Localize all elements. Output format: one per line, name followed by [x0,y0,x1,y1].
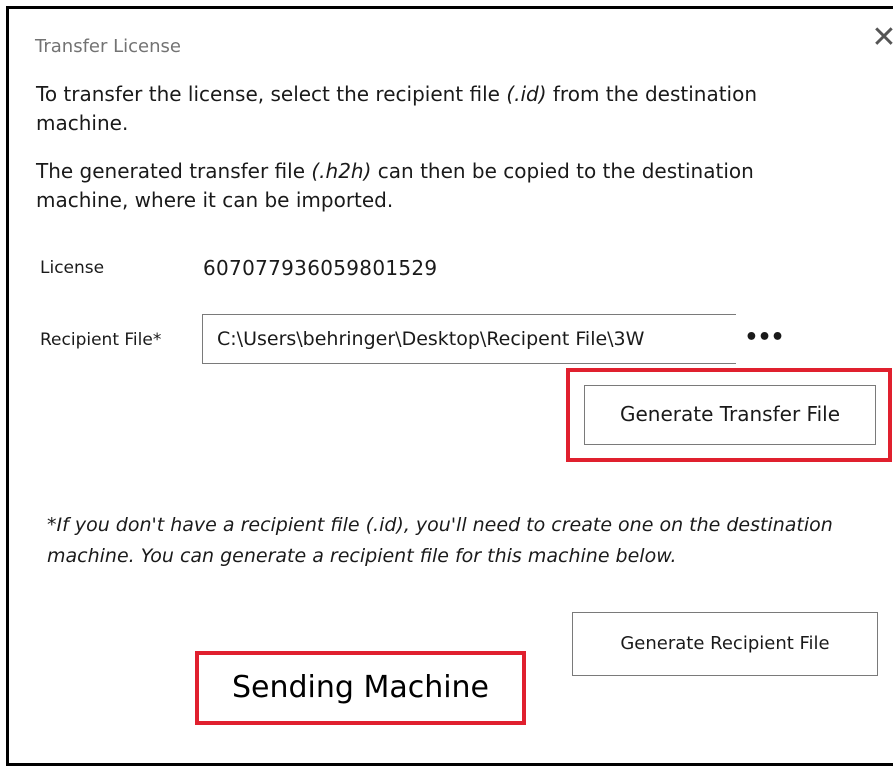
sending-machine-label: Sending Machine [231,670,490,705]
ellipsis-icon[interactable]: ••• [744,318,784,358]
generate-transfer-file-button[interactable]: Generate Transfer File [584,385,876,445]
instruction-2-file-extension: (.h2h) [311,159,372,183]
instruction-1-text-start: To transfer the license, select the reci… [36,82,507,106]
generate-recipient-file-button[interactable]: Generate Recipient File [572,612,878,676]
dialog-title: Transfer License [35,36,181,57]
license-value: 607077936059801529 [203,256,438,280]
license-label: License [40,258,105,278]
recipient-file-input[interactable] [202,314,736,364]
instruction-paragraph-1: To transfer the license, select the reci… [36,80,836,138]
instruction-paragraph-2: The generated transfer file (.h2h) can t… [36,157,836,215]
recipient-file-note: *If you don't have a recipient file (.id… [47,514,833,567]
close-icon[interactable]: ✕ [869,23,893,53]
instruction-2-text-start: The generated transfer file [36,159,312,183]
instruction-1-file-extension: (.id) [506,82,547,106]
recipient-file-label: Recipient File* [40,330,162,350]
